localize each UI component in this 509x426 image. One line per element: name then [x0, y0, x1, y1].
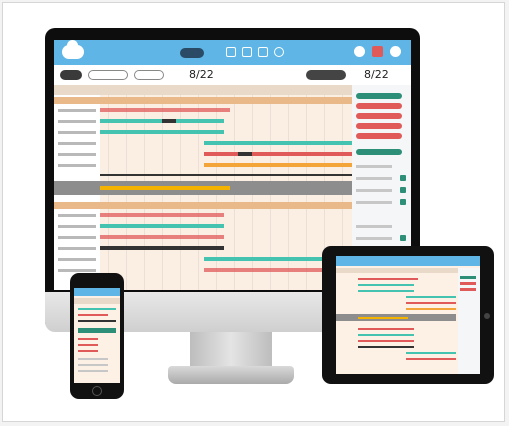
tablet-shift-bar[interactable]: [406, 358, 456, 360]
tablet-open-shift[interactable]: [358, 317, 408, 319]
shift-bar[interactable]: [100, 108, 230, 112]
status-chip[interactable]: [400, 187, 406, 193]
phone-tag[interactable]: [78, 344, 98, 346]
phone-home-button[interactable]: [92, 386, 102, 396]
phone-section: [78, 328, 116, 333]
tablet-shift-bar[interactable]: [358, 346, 414, 348]
status-tag[interactable]: [356, 103, 402, 109]
status-tag[interactable]: [356, 113, 402, 119]
tablet-shift-bar[interactable]: [406, 308, 456, 310]
tablet-screen: [336, 256, 480, 374]
shift-bar[interactable]: [204, 152, 352, 156]
tablet-shift-bar[interactable]: [358, 334, 414, 336]
grid-icon[interactable]: [242, 47, 252, 57]
shift-bar[interactable]: [100, 246, 224, 250]
status-chip[interactable]: [400, 235, 406, 241]
schedule-date: 8/22: [189, 68, 214, 81]
shift-bar[interactable]: [204, 141, 352, 145]
phone-list-item: [78, 364, 108, 366]
staff-name[interactable]: [58, 109, 96, 112]
today-button[interactable]: [60, 70, 82, 80]
staff-name[interactable]: [58, 164, 96, 167]
open-shift-bar[interactable]: [100, 186, 230, 190]
tablet-shift-bar[interactable]: [406, 302, 456, 304]
phone-shift-bar[interactable]: [78, 320, 116, 322]
staff-name[interactable]: [58, 258, 96, 261]
staff-name[interactable]: [58, 236, 96, 239]
list-item: [356, 189, 392, 192]
phone-list-item: [78, 370, 108, 372]
phone-topbar: [74, 288, 120, 296]
staff-name[interactable]: [58, 247, 96, 250]
tablet-status-tag[interactable]: [460, 276, 476, 279]
status-chip[interactable]: [400, 175, 406, 181]
divider-bar: [100, 174, 352, 176]
tablet-shift-bar[interactable]: [406, 296, 456, 298]
status-tag[interactable]: [356, 123, 402, 129]
staff-name[interactable]: [58, 120, 96, 123]
flag-icon[interactable]: [372, 46, 383, 57]
group-header[interactable]: [54, 202, 352, 209]
phone-shift-bar[interactable]: [78, 314, 108, 316]
tablet-shift-bar[interactable]: [406, 352, 456, 354]
tablet-shift-bar[interactable]: [358, 290, 414, 292]
shift-bar[interactable]: [100, 130, 224, 134]
list-item: [356, 165, 392, 168]
tablet-shift-bar[interactable]: [358, 328, 414, 330]
group-header[interactable]: [54, 97, 352, 104]
phone-tag[interactable]: [78, 338, 98, 340]
filter-button[interactable]: [88, 70, 128, 80]
shift-bar[interactable]: [100, 224, 224, 228]
shift-bar[interactable]: [100, 235, 224, 239]
schedule-toolbar: 8/22 8/22: [54, 65, 411, 85]
people-icon[interactable]: [354, 46, 365, 57]
status-tag[interactable]: [356, 93, 402, 99]
tablet-status-tag[interactable]: [460, 288, 476, 291]
break-bar[interactable]: [238, 152, 252, 156]
phone-header: [74, 298, 120, 304]
cloud-logo-icon: [62, 40, 84, 59]
status-tag[interactable]: [356, 133, 402, 139]
tablet-topbar: [336, 256, 480, 266]
app-topbar: [54, 40, 411, 65]
staff-name[interactable]: [58, 269, 96, 272]
phone-shift-bar[interactable]: [78, 308, 116, 310]
display-button[interactable]: [134, 70, 164, 80]
staff-name[interactable]: [58, 225, 96, 228]
view-toggle[interactable]: [180, 48, 204, 58]
tablet-shift-bar[interactable]: [358, 278, 418, 280]
monitor-stand: [190, 332, 272, 370]
list-item: [356, 237, 392, 240]
add-schedule-button[interactable]: [306, 70, 346, 80]
calendar-icon[interactable]: [226, 47, 236, 57]
tablet-shift-bar[interactable]: [358, 340, 414, 342]
staff-name[interactable]: [58, 214, 96, 217]
settings-icon[interactable]: [390, 46, 401, 57]
sidebar-date: 8/22: [364, 68, 389, 81]
download-icon[interactable]: [274, 47, 284, 57]
tablet-shift-bar[interactable]: [358, 284, 414, 286]
break-bar[interactable]: [162, 119, 176, 123]
section-header: [356, 149, 402, 155]
time-header-row: [54, 85, 352, 95]
monitor-stand-base: [168, 366, 294, 384]
phone-screen: [74, 288, 120, 383]
staff-name[interactable]: [58, 153, 96, 156]
document-icon[interactable]: [258, 47, 268, 57]
shift-bar[interactable]: [100, 213, 224, 217]
shift-bar[interactable]: [204, 163, 352, 167]
tablet-status-tag[interactable]: [460, 282, 476, 285]
list-item: [356, 177, 392, 180]
status-chip[interactable]: [400, 199, 406, 205]
staff-name[interactable]: [58, 142, 96, 145]
list-item: [356, 201, 392, 204]
staff-name[interactable]: [58, 131, 96, 134]
tablet-home-button[interactable]: [484, 313, 490, 319]
phone-list-item: [78, 358, 108, 360]
list-item: [356, 225, 392, 228]
phone-tag[interactable]: [78, 350, 98, 352]
